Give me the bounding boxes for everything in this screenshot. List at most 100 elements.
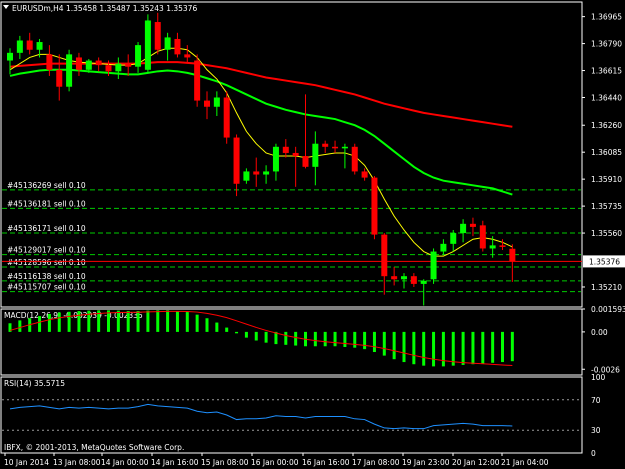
macd-bar (333, 331, 337, 347)
candle-body (469, 223, 476, 227)
macd-bar (47, 313, 51, 332)
candle[interactable] (351, 143, 358, 175)
price-axis-label: 1.36085 (591, 148, 622, 157)
macd-bar (471, 331, 475, 365)
price-axis-label: 1.36790 (591, 40, 622, 49)
order-label: #45116138 sell 0.10 (7, 272, 86, 281)
macd-bar (412, 331, 416, 365)
candle-body (489, 245, 496, 249)
candle-body (174, 38, 181, 55)
time-axis-label: 13 Jan 08:00 (53, 458, 101, 467)
order-label: #45136171 sell 0.10 (7, 224, 86, 233)
candle-body (194, 60, 201, 101)
time-axis-label: 20 Jan 12:00 (452, 458, 500, 467)
candle-body (144, 20, 151, 70)
macd-bar (225, 327, 229, 332)
rsi-axis-label: 0 (591, 449, 596, 458)
candle-body (7, 52, 13, 61)
macd-bar (146, 310, 150, 332)
candle-body (204, 100, 210, 107)
time-axis-label: 14 Jan 00:00 (101, 458, 149, 467)
candle[interactable] (430, 248, 437, 284)
symbol-label: EURUSDm,H4 (12, 4, 64, 13)
macd-bar (38, 316, 42, 332)
ohlc-values: 1.35458 1.35487 1.35243 1.35376 (66, 4, 197, 13)
macd-bar (195, 314, 199, 332)
candle[interactable] (371, 176, 378, 240)
candle-body (154, 22, 161, 50)
order-label: #45136269 sell 0.10 (7, 181, 86, 190)
current-price-marker: 1.35376 (583, 255, 625, 268)
macd-bar (451, 331, 455, 366)
macd-bar (422, 331, 426, 366)
macd-axis-label: 0.00 (591, 328, 608, 337)
candle[interactable] (66, 49, 73, 92)
candle-body (105, 65, 112, 72)
current-price-label: 1.35376 (589, 257, 620, 266)
macd-bar (372, 331, 376, 353)
macd-bar (107, 310, 110, 332)
price-axis-label: 1.35735 (591, 202, 622, 211)
candle-body (253, 171, 260, 175)
price-axis-label: 1.36440 (591, 94, 622, 103)
candle-body (361, 171, 368, 178)
candle-body (371, 177, 378, 235)
time-axis-label: 14 Jan 16:00 (151, 458, 199, 467)
candle-body (184, 54, 191, 58)
price-axis-label: 1.36260 (591, 121, 622, 130)
order-label: #45129017 sell 0.10 (7, 246, 86, 255)
macd-bar (18, 320, 22, 332)
macd-bar (382, 331, 386, 356)
rsi-label: RSI(14) 35.5715 (4, 379, 65, 388)
macd-bar (126, 311, 130, 332)
candle[interactable] (194, 54, 201, 107)
candle-body (282, 146, 289, 153)
candle-body (479, 225, 486, 249)
rsi-axis-label: 100 (591, 373, 606, 382)
macd-axis-label: 0.001593 (591, 305, 625, 314)
candle-body (332, 146, 339, 149)
macd-bar (313, 331, 317, 347)
macd-bar (264, 331, 268, 343)
time-axis-label: 21 Jan 04:00 (501, 458, 549, 467)
candle[interactable] (479, 220, 486, 252)
candle-body (450, 233, 457, 244)
time-axis-label: 16 Jan 16:00 (302, 458, 350, 467)
candle-body (95, 60, 102, 66)
macd-bar (461, 331, 465, 365)
candle-body (115, 63, 122, 72)
macd-bar (166, 310, 170, 332)
macd-bar (294, 331, 298, 346)
candle-body (75, 57, 82, 70)
macd-bar (67, 311, 71, 332)
candle-body (272, 146, 279, 172)
candle-body (46, 54, 53, 70)
time-axis-label: 16 Jan 00:00 (251, 458, 299, 467)
candle-body (499, 245, 506, 247)
rsi-axis-label: 70 (591, 396, 601, 405)
macd-bar (510, 331, 514, 362)
candle-body (430, 251, 437, 280)
macd-bar (77, 311, 81, 332)
macd-bar (353, 331, 357, 348)
candle-body (460, 223, 467, 234)
candle-body (322, 143, 329, 147)
candle-body (410, 276, 417, 284)
macd-bar (205, 318, 209, 332)
chart-canvas[interactable]: EURUSDm,H4 1.35458 1.35487 1.35243 1.3537… (0, 0, 625, 469)
candle-body (213, 97, 220, 107)
macd-bar (244, 331, 248, 338)
macd-bar (501, 331, 504, 363)
price-axis-label: 1.35210 (591, 283, 622, 292)
macd-bar (343, 331, 347, 347)
candle-body (36, 42, 43, 50)
macd-bar (392, 331, 396, 360)
macd-bar (481, 331, 485, 364)
candle[interactable] (223, 91, 230, 144)
candle-body (233, 137, 240, 184)
copyright-label: IBFX, © 2001-2013, MetaQuotes Software C… (4, 443, 184, 452)
candle[interactable] (144, 14, 151, 73)
time-axis-label: 19 Jan 23:00 (402, 458, 450, 467)
macd-bar (185, 312, 189, 332)
candle-body (85, 60, 92, 70)
